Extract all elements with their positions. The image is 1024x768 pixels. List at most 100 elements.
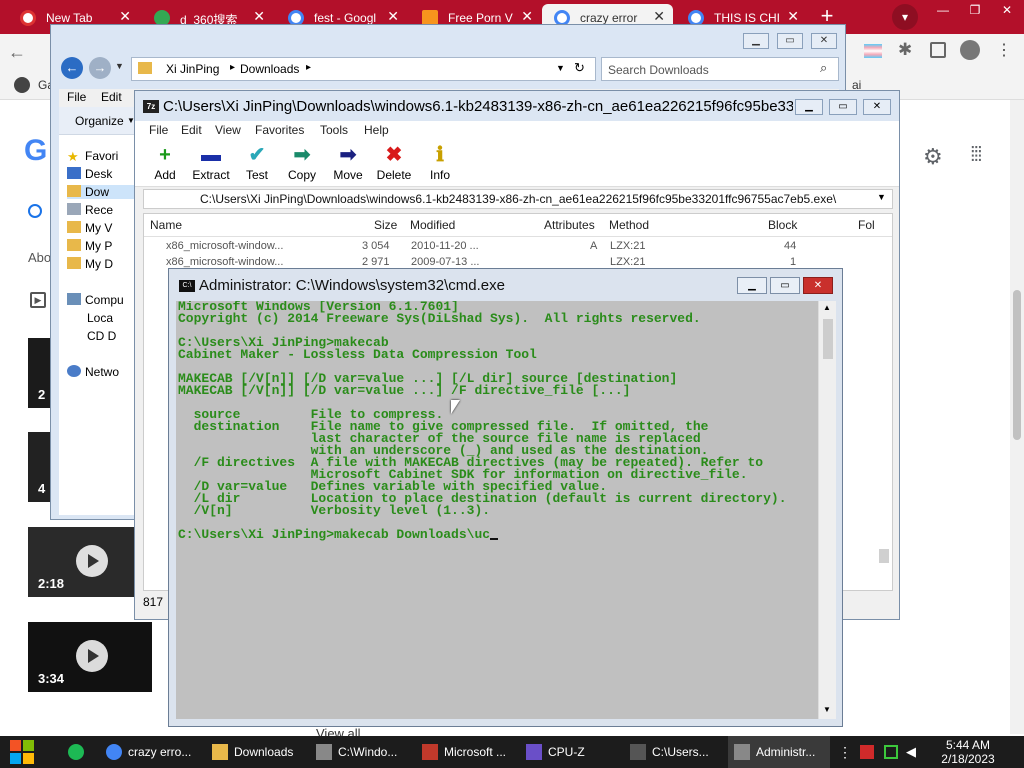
nav-network[interactable]: Netwo [67, 365, 141, 379]
taskbar-item[interactable]: C:\Windo... [310, 736, 412, 768]
column-header-folders[interactable]: Fol [858, 218, 875, 232]
scrollbar-thumb[interactable] [823, 319, 833, 359]
menu-view[interactable]: View [215, 123, 241, 137]
refresh-icon[interactable]: ↻ [574, 60, 585, 76]
tab-close-icon[interactable]: ✕ [521, 8, 533, 25]
nav-my-pictures[interactable]: My P [67, 239, 141, 253]
profile-avatar-icon[interactable] [960, 40, 980, 60]
maximize-icon[interactable]: ▭ [770, 277, 800, 294]
nav-my-videos[interactable]: My V [67, 221, 141, 235]
close-icon[interactable]: ✕ [811, 33, 837, 49]
column-header-method[interactable]: Method [609, 218, 649, 232]
side-panel-icon[interactable] [930, 42, 946, 58]
close-icon[interactable]: ✕ [990, 0, 1024, 20]
column-header-name[interactable]: Name [150, 218, 182, 232]
back-arrow-icon[interactable]: ← [8, 42, 26, 63]
nav-favorites[interactable]: ★ Favori [67, 149, 141, 163]
maximize-icon[interactable]: ▭ [829, 99, 857, 115]
path-dropdown-icon[interactable]: ▼ [877, 192, 886, 202]
taskbar-item[interactable]: Microsoft ... [416, 736, 516, 768]
scrollbar-thumb[interactable] [1013, 290, 1021, 440]
menu-edit[interactable]: Edit [101, 90, 122, 104]
minimize-icon[interactable]: ▁ [795, 99, 823, 115]
back-arrow-icon[interactable]: ← [61, 57, 83, 79]
dropdown-icon[interactable]: ▼ [556, 63, 565, 73]
minimize-icon[interactable]: — [926, 0, 960, 20]
tab-close-icon[interactable]: ✕ [387, 8, 399, 25]
taskbar-item-active[interactable]: Administr... [728, 736, 830, 768]
windows-start-icon[interactable] [10, 740, 34, 764]
nav-desktop[interactable]: Desk [67, 167, 141, 181]
tab-search-icon[interactable]: ▾ [892, 4, 918, 30]
network-icon[interactable] [884, 745, 898, 759]
breadcrumb-item[interactable]: Xi JinPing [166, 62, 219, 76]
search-icon[interactable] [28, 204, 42, 218]
minimize-icon[interactable]: ▁ [743, 33, 769, 49]
scrollbar-thumb[interactable] [879, 549, 889, 563]
minimize-icon[interactable]: ▁ [737, 277, 767, 294]
tab-close-icon[interactable]: ✕ [787, 8, 799, 25]
address-bar[interactable]: Xi JinPing ▸ Downloads ▸ ▼ ↻ [131, 57, 596, 81]
nav-downloads[interactable]: Dow [67, 185, 141, 199]
tab-close-icon[interactable]: ✕ [119, 8, 131, 25]
copy-button[interactable]: ➡ Copy [278, 145, 326, 182]
scroll-down-icon[interactable]: ▼ [823, 705, 831, 714]
breadcrumb-separator-icon[interactable]: ▸ [230, 62, 235, 73]
taskbar-item[interactable]: crazy erro... [100, 736, 202, 768]
close-icon[interactable]: ✕ [803, 277, 833, 294]
extension-icon[interactable] [864, 44, 882, 58]
nav-computer[interactable]: Compu [67, 293, 141, 307]
breadcrumb-separator-icon[interactable]: ▸ [306, 62, 311, 73]
forward-arrow-icon[interactable]: → [89, 57, 111, 79]
overflow-menu-icon[interactable]: ⋮ [838, 744, 852, 761]
nav-my-documents[interactable]: My D [67, 257, 141, 271]
menu-file[interactable]: File [149, 123, 168, 137]
search-icon[interactable]: ⌕ [820, 60, 827, 76]
video-thumbnail[interactable]: 3:34 [28, 622, 152, 692]
taskbar-item[interactable]: Downloads [206, 736, 306, 768]
column-header-size[interactable]: Size [374, 218, 397, 232]
add-button[interactable]: + Add [141, 145, 189, 182]
nav-recent[interactable]: Rece [67, 203, 141, 217]
apps-grid-icon[interactable]: ⁞⁞⁞ [970, 144, 983, 167]
cmd-console[interactable]: Microsoft Windows [Version 6.1.7601] Cop… [176, 301, 818, 719]
settings-gear-icon[interactable]: ⚙ [923, 144, 943, 170]
menu-tools[interactable]: Tools [320, 123, 348, 137]
puzzle-icon[interactable]: ✱ [898, 40, 912, 60]
chrome-menu-icon[interactable]: ⋮ [996, 40, 1012, 60]
about-label[interactable]: Abo [28, 250, 51, 265]
extract-button[interactable]: ▬ Extract [187, 145, 235, 182]
taskbar-clock[interactable]: 5:44 AM 2/18/2023 [928, 738, 1008, 766]
cmd-scrollbar[interactable]: ▲ ▼ [818, 301, 836, 719]
recent-pages-icon[interactable]: ▼ [115, 61, 124, 71]
move-button[interactable]: ➡ Move [324, 145, 372, 182]
menu-favorites[interactable]: Favorites [255, 123, 304, 137]
menu-help[interactable]: Help [364, 123, 389, 137]
taskbar-item[interactable]: C:\Users... [624, 736, 724, 768]
breadcrumb-item[interactable]: Downloads [240, 62, 299, 76]
video-icon[interactable]: ▶ [30, 292, 46, 308]
tab-close-icon[interactable]: ✕ [253, 8, 265, 25]
test-button[interactable]: ✔ Test [233, 145, 281, 182]
search-box[interactable]: Search Downloads ⌕ [601, 57, 839, 81]
volume-icon[interactable]: ◀ [906, 744, 916, 760]
organize-button[interactable]: Organize [75, 114, 124, 128]
7zip-path-field[interactable]: C:\Users\Xi JinPing\Downloads\windows6.1… [143, 189, 893, 209]
flag-icon[interactable] [860, 745, 874, 759]
menu-edit[interactable]: Edit [181, 123, 202, 137]
taskbar-item[interactable]: CPU-Z [520, 736, 620, 768]
column-header-block[interactable]: Block [768, 218, 797, 232]
tab-close-icon[interactable]: ✕ [653, 8, 665, 25]
column-header-modified[interactable]: Modified [410, 218, 455, 232]
menu-file[interactable]: File [67, 90, 86, 104]
delete-button[interactable]: ✖ Delete [370, 145, 418, 182]
close-icon[interactable]: ✕ [863, 99, 891, 115]
info-button[interactable]: ℹ Info [416, 145, 464, 182]
page-scrollbar[interactable] [1010, 100, 1024, 734]
column-header-attributes[interactable]: Attributes [544, 218, 595, 232]
scroll-up-icon[interactable]: ▲ [823, 303, 831, 312]
restore-icon[interactable]: ❐ [958, 0, 992, 20]
spotify-icon[interactable] [68, 744, 84, 760]
search-placeholder[interactable]: Search Downloads [608, 63, 709, 77]
maximize-icon[interactable]: ▭ [777, 33, 803, 49]
